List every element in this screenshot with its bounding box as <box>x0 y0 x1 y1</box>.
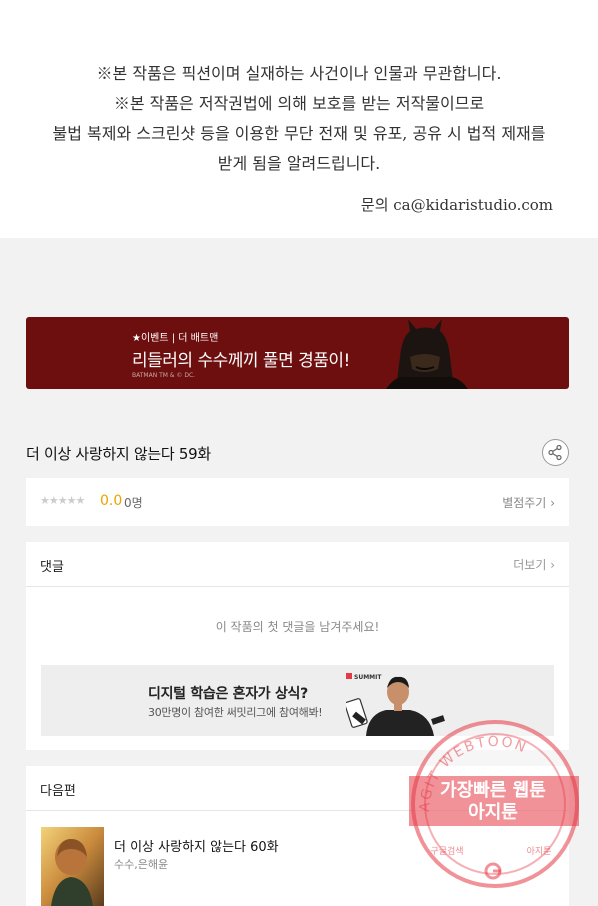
watermark-line2: 아지툰 <box>468 802 518 823</box>
chevron-right-icon: › <box>550 558 555 572</box>
summit-logo: SUMMIT <box>354 674 382 681</box>
watermark-line1: 가장빠른 웹툰 <box>440 780 546 801</box>
notice-line-4: 받게 됨을 알려드립니다. <box>217 154 381 173</box>
empty-comment-message: 이 작품의 첫 댓글을 남겨주세요! <box>215 620 380 634</box>
watermark-stamp: AGIT WEBTOON 가장빠른 웹툰 아지툰 구글검색 아지툰 <box>409 720 579 888</box>
episode-title: 더 이상 사랑하지 않는다 59화 <box>26 445 211 463</box>
rating-stars: ★★★★★ <box>40 494 85 507</box>
next-episode-title[interactable]: 더 이상 사랑하지 않는다 60화 <box>114 836 279 855</box>
rating-count: 0명 <box>124 496 143 510</box>
banner-copyright: BATMAN TM & © DC. <box>132 372 196 379</box>
watermark-right-text: 아지툰 <box>527 846 552 857</box>
comment-more-button[interactable]: 더보기 › <box>513 556 555 573</box>
share-button[interactable] <box>542 439 569 466</box>
chevron-right-icon: › <box>550 496 555 510</box>
banner-title: 리들러의 수수께끼 풀면 경품이! <box>132 351 350 371</box>
notice-line-3: 불법 복제와 스크린샷 등을 이용한 무단 전재 및 유포, 공유 시 법적 제… <box>52 124 546 143</box>
rate-label: 별점주기 <box>502 496 547 510</box>
share-icon <box>548 444 562 461</box>
banner-tag: ★이벤트 | 더 배트맨 <box>132 333 219 344</box>
batman-image <box>376 317 476 389</box>
contact-email: 문의 ca@kidaristudio.com <box>360 196 553 214</box>
notice-line-1: ※본 작품은 픽션이며 실재하는 사건이나 인물과 무관합니다. <box>96 64 502 83</box>
rating-card: ★★★★★ 0.0 0명 별점주기 › <box>26 478 569 526</box>
next-title-label: 다음편 <box>40 784 76 799</box>
rate-button[interactable]: 별점주기 › <box>502 494 555 511</box>
rating-score: 0.0 <box>100 493 123 509</box>
comment-title: 댓글 <box>40 560 64 575</box>
next-episode-thumbnail[interactable] <box>41 827 104 906</box>
watermark-left-text: 구글검색 <box>430 845 463 857</box>
more-label: 더보기 <box>513 558 547 572</box>
next-episode-author: 수수,은해윤 <box>114 858 169 871</box>
comment-header: 댓글 더보기 › <box>26 542 569 587</box>
notice-line-2: ※본 작품은 저작권법에 의해 보호를 받는 저작물이므로 <box>113 94 485 113</box>
copyright-notice: ※본 작품은 픽션이며 실재하는 사건이나 인물과 무관합니다. ※본 작품은 … <box>0 0 598 238</box>
ad-subtitle: 30만명이 참여한 써밋리그에 참여해봐! <box>148 706 323 719</box>
ad-title: 디지털 학습은 혼자가 상식? <box>148 686 308 702</box>
event-banner[interactable]: ★이벤트 | 더 배트맨 리들러의 수수께끼 풀면 경품이! BATMAN TM… <box>26 317 569 389</box>
